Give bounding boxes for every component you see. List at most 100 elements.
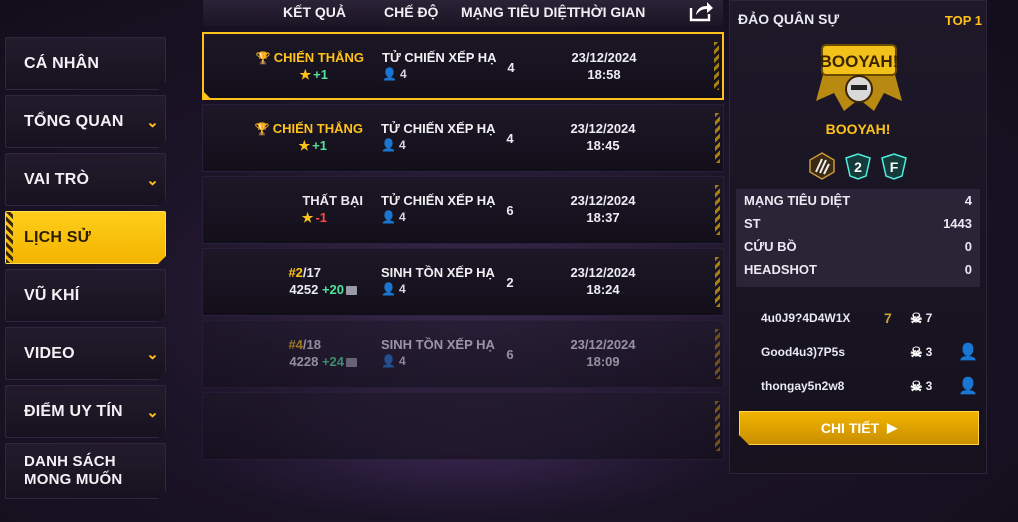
match-mode: TỬ CHIẾN XẾP HẠ [381, 121, 496, 136]
add-friend-icon[interactable]: 👤 [958, 342, 978, 362]
rank-change: ★ -1 [203, 210, 327, 226]
sidebar-item-video[interactable]: VIDEO ⌄ [5, 327, 166, 380]
skull-icon: ☠ [910, 377, 923, 394]
sidebar-item-label: LỊCH SỬ [24, 228, 92, 246]
match-history-list: 🏆 CHIẾN THẮNG ★ +1 TỬ CHIẾN XẾP HẠ 👤 4 4 23… [202, 32, 724, 464]
match-result-label: BOOYAH! [825, 121, 891, 137]
stat-label: CỨU BỒ [744, 239, 797, 254]
match-date: 23/12/2024 [570, 337, 636, 352]
match-detail-panel: ĐẢO QUÂN SỰ TOP 1 BOOYAH! BOOYAH! 2 F MẠ… [729, 0, 987, 474]
squad-size: 👤 4 [381, 210, 406, 224]
match-kills: 6 [506, 203, 514, 218]
row-stripe [715, 257, 720, 307]
chevron-down-icon: ⌄ [146, 171, 159, 189]
rank-change-value: -1 [315, 210, 327, 225]
booyah-badge-text: BOOYAH! [820, 52, 899, 71]
match-row[interactable]: 🏆 CHIẾN THẮNG ★ +1 TỬ CHIẾN XẾP HẠ 👤 4 4 23… [202, 104, 724, 172]
teammate-row[interactable]: thongay5n2w8 ☠ 3 👤 [736, 369, 980, 403]
match-time: 18:24 [586, 282, 620, 297]
play-icon: ▶ [887, 420, 898, 435]
sidebar-item-lich-su[interactable]: LỊCH SỬ [5, 211, 166, 264]
squad-size: 👤 4 [381, 354, 406, 368]
squad-badge-icon: 2 [844, 152, 872, 180]
match-result: 🏆 CHIẾN THẮNG [204, 50, 364, 65]
sidebar-item-vai-tro[interactable]: VAI TRÒ ⌄ [5, 153, 166, 206]
sidebar-item-danh-sach-mong-muon[interactable]: DANH SÁCH MONG MUỐN [5, 443, 166, 499]
teammate-row[interactable]: 4u0J9?4D4W1X 7 ☠ 7 [736, 301, 980, 335]
teammate-name: Good4u3)7P5s [761, 345, 846, 359]
claw-badge-icon [808, 152, 836, 180]
teammate-kills: ☠ 7 [910, 310, 932, 327]
details-button[interactable]: CHI TIẾT ▶ [739, 411, 979, 445]
teammate-row[interactable]: Good4u3)7P5s ☠ 3 👤 [736, 335, 980, 369]
sidebar: CÁ NHÂN TỔNG QUAN ⌄ VAI TRÒ ⌄ LỊCH SỬ VŨ… [5, 37, 166, 504]
match-row[interactable]: 🏆 CHIẾN THẮNG ★ +1 TỬ CHIẾN XẾP HẠ 👤 4 4 23… [202, 32, 724, 100]
person-icon: 👤 [382, 67, 397, 81]
match-row[interactable]: #4/18 4228 +24 SINH TỒN XẾP HẠ 👤 4 6 23/1… [202, 320, 724, 388]
points-value: 4252 [289, 282, 319, 297]
teammate-list: 4u0J9?4D4W1X 7 ☠ 7 Good4u3)7P5s ☠ 3 👤 thon… [736, 301, 980, 403]
result-text: THẤT BẠI [302, 193, 363, 208]
kills-value: 3 [925, 379, 933, 393]
stat-label: ST [744, 216, 761, 231]
match-placement: #4/18 [203, 337, 321, 352]
share-icon[interactable] [688, 0, 714, 22]
kills-value: 7 [925, 311, 933, 325]
sidebar-item-ca-nhan[interactable]: CÁ NHÂN [5, 37, 166, 90]
map-name: ĐẢO QUÂN SỰ [738, 11, 840, 27]
sidebar-item-label: CÁ NHÂN [24, 54, 100, 72]
sidebar-item-tong-quan[interactable]: TỔNG QUAN ⌄ [5, 95, 166, 148]
kills-value: 3 [925, 345, 933, 359]
match-time: 18:45 [586, 138, 620, 153]
first-blood-badge-icon: F [880, 152, 908, 180]
rank-points: 4228 +24 [203, 354, 357, 369]
rank-change-value: +1 [312, 138, 327, 153]
notification-dot [165, 378, 169, 382]
stat-row-kills: MẠNG TIÊU DIỆT 4 [736, 189, 980, 212]
person-icon: 👤 [381, 138, 396, 152]
match-kills: 4 [507, 60, 515, 75]
trophy-icon: 🏆 [255, 51, 271, 65]
squad-size: 👤 4 [381, 282, 406, 296]
match-row[interactable]: #2/17 4252 +20 SINH TỒN XẾP HẠ 👤 4 2 23/1… [202, 248, 724, 316]
squad-value: 4 [398, 354, 406, 368]
match-placement: #2/17 [203, 265, 321, 280]
chevron-down-icon: ⌄ [146, 113, 159, 131]
star-icon: ★ [299, 67, 312, 82]
match-kills: 6 [506, 347, 514, 362]
stat-row-headshot: HEADSHOT 0 [736, 258, 980, 281]
achievement-badges: 2 F [808, 151, 910, 181]
column-header-kills: MẠNG TIÊU DIỆT [461, 4, 576, 20]
rank-change: ★ +1 [203, 138, 327, 154]
person-icon: 👤 [381, 282, 396, 296]
match-row[interactable]: THẤT BẠI ★ -1 TỬ CHIẾN XẾP HẠ 👤 4 6 23/12/… [202, 176, 724, 244]
match-mode: SINH TỒN XẾP HẠ [381, 265, 495, 280]
points-gain: +24 [321, 354, 344, 369]
match-mode: TỬ CHIẾN XẾP HẠ [381, 193, 496, 208]
person-icon: 👤 [381, 210, 396, 224]
match-kills: 4 [506, 131, 514, 146]
booyah-badge-icon: BOOYAH! [814, 41, 904, 115]
match-time: 18:09 [586, 354, 620, 369]
squad-value: 4 [399, 67, 407, 81]
skull-icon: ☠ [910, 309, 923, 326]
placement-total: /17 [302, 265, 321, 280]
stat-value: 1443 [943, 216, 972, 231]
match-stats: MẠNG TIÊU DIỆT 4 ST 1443 CỨU BỒ 0 HEADSH… [736, 189, 980, 287]
sidebar-item-vu-khi[interactable]: VŨ KHÍ [5, 269, 166, 322]
sidebar-item-label: VAI TRÒ [24, 170, 90, 188]
teammate-name: thongay5n2w8 [761, 379, 845, 393]
sidebar-item-diem-uy-tin[interactable]: ĐIỂM UY TÍN ⌄ [5, 385, 166, 438]
star-icon: ★ [298, 138, 311, 153]
first-blood-badge-text: F [890, 159, 899, 175]
row-stripe [715, 401, 720, 451]
match-kills: 2 [506, 275, 514, 290]
stat-value: 0 [964, 239, 972, 254]
honor-badge-icon: 7 [884, 310, 892, 326]
row-stripe [714, 42, 719, 90]
add-friend-icon[interactable]: 👤 [958, 376, 978, 396]
label-line-2: MONG MUỐN [24, 471, 123, 488]
sidebar-item-label: VŨ KHÍ [24, 286, 80, 304]
match-result: 🏆 CHIẾN THẮNG [203, 121, 363, 136]
label-line-1: DANH SÁCH [24, 453, 116, 470]
